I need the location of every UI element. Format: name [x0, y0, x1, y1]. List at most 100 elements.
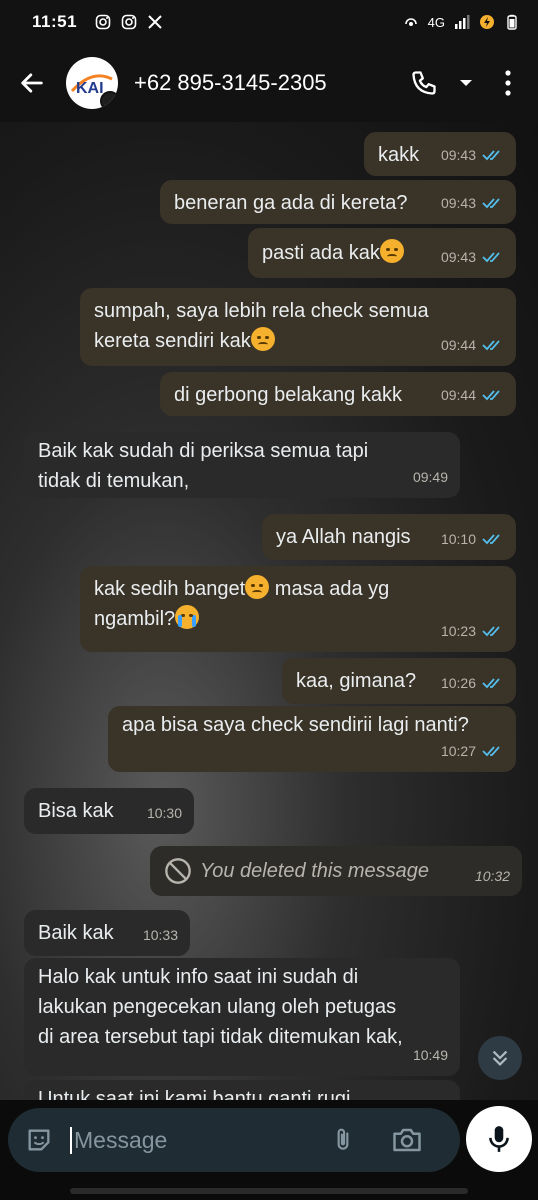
message-text: Baik kak sudah di periksa semua tapi [38, 440, 369, 462]
message-time: 09:43 [440, 147, 476, 163]
message-time: 10:33 [142, 927, 178, 943]
message-text: di area tersebut tapi tidak ditemukan ka… [38, 1026, 403, 1048]
incoming-message[interactable]: Baik kak 10:33 [24, 910, 190, 956]
message-text: Baik kak [38, 922, 114, 944]
message-text: Untuk saat ini kami bantu ganti rugi [38, 1088, 351, 1100]
disappointed-face-icon [250, 327, 275, 351]
outgoing-message[interactable]: beneran ga ada di kereta? 09:43 [160, 180, 516, 224]
message-time: 10:32 [474, 868, 510, 884]
read-ticks-icon [482, 252, 500, 263]
outgoing-message[interactable]: kak sedih banget masa ada yg ngambil? 10… [80, 566, 516, 652]
call-options-dropdown[interactable] [448, 63, 484, 103]
message-text: kaa, gimana? [296, 670, 417, 692]
message-meta: 10:26 [441, 668, 504, 698]
network-type: 4G [427, 14, 445, 30]
status-bar: 11:51 4G [0, 0, 538, 44]
message-text: sumpah, saya lebih rela check semua [94, 300, 429, 322]
incoming-message[interactable]: Bisa kak 10:30 [24, 788, 194, 834]
message-meta: 09:44 [441, 380, 504, 410]
caret-down-icon [460, 80, 472, 86]
message-meta: 10:27 [441, 736, 504, 766]
deleted-message[interactable]: You deleted this message 10:32 [150, 846, 522, 896]
read-ticks-icon [482, 390, 500, 401]
sticker-button[interactable] [24, 1125, 54, 1155]
svg-text:KAI: KAI [76, 80, 104, 97]
read-ticks-icon [482, 150, 500, 161]
contact-name[interactable]: +62 895-3145-2305 [134, 70, 327, 96]
instagram-icon [95, 14, 111, 30]
message-text: kak sedih banget [94, 578, 246, 600]
business-badge-icon [100, 91, 118, 109]
battery-icon [507, 14, 517, 30]
message-input[interactable] [70, 1126, 310, 1154]
voice-call-button[interactable] [406, 63, 442, 103]
header-actions [406, 63, 526, 103]
outgoing-message[interactable]: apa bisa saya check sendirii lagi nanti?… [108, 706, 516, 772]
home-indicator[interactable] [70, 1188, 468, 1194]
message-text: lakukan pengecekan ulang oleh petugas [38, 996, 397, 1018]
read-ticks-icon [482, 746, 500, 757]
crying-face-icon [175, 605, 200, 629]
system-indicators: 4G [403, 14, 520, 30]
message-text: ya Allah nangis [276, 526, 411, 548]
message-text: di gerbong belakang kakk [174, 384, 402, 406]
instagram-icon [121, 14, 137, 30]
chat-header: KAI +62 895-3145-2305 [0, 44, 538, 122]
more-options-button[interactable] [490, 63, 526, 103]
message-meta: 10:32 [475, 868, 510, 884]
outgoing-message[interactable]: ya Allah nangis 10:10 [262, 514, 516, 560]
notification-icons [95, 14, 163, 30]
outgoing-message[interactable]: pasti ada kak 09:43 [248, 228, 516, 278]
message-time: 09:49 [412, 469, 448, 485]
double-chevron-down-icon [492, 1050, 508, 1066]
read-ticks-icon [482, 198, 500, 209]
camera-button[interactable] [390, 1125, 424, 1155]
message-text: Halo kak untuk info saat ini sudah di [38, 966, 359, 988]
message-time: 10:10 [440, 531, 476, 547]
message-time: 10:30 [146, 805, 182, 821]
message-meta: 09:43 [441, 242, 504, 272]
message-text: pasti ada kak [262, 242, 380, 264]
back-button[interactable] [12, 63, 52, 103]
chat-area[interactable]: kakk 09:43 beneran ga ada di kereta? 09:… [0, 122, 538, 1100]
more-vertical-icon [505, 70, 511, 96]
incoming-message[interactable]: Baik kak sudah di periksa semua tapi tid… [24, 432, 460, 498]
phone-plus-icon [412, 71, 436, 95]
hotspot-icon [404, 18, 417, 26]
message-box [8, 1108, 460, 1172]
message-meta: 09:43 [441, 140, 504, 170]
incoming-message[interactable]: Untuk saat ini kami bantu ganti rugi [24, 1080, 460, 1100]
message-time: 10:49 [412, 1047, 448, 1063]
message-meta: 09:49 [413, 462, 448, 492]
incoming-message[interactable]: Halo kak untuk info saat ini sudah di la… [24, 958, 460, 1076]
outgoing-message[interactable]: kaa, gimana? 10:26 [282, 658, 516, 704]
message-meta: 09:44 [441, 330, 504, 360]
message-meta: 10:10 [441, 524, 504, 554]
avatar[interactable]: KAI [66, 57, 118, 109]
attach-button[interactable] [328, 1125, 358, 1155]
battery-saver-icon [480, 15, 494, 29]
message-meta: 10:23 [441, 616, 504, 646]
voice-message-button[interactable] [466, 1106, 532, 1172]
outgoing-message[interactable]: kakk 09:43 [364, 132, 516, 176]
microphone-icon [489, 1126, 509, 1152]
message-text: beneran ga ada di kereta? [174, 192, 408, 214]
scroll-to-bottom-button[interactable] [478, 1036, 522, 1080]
blocked-icon [165, 858, 191, 884]
message-text: kakk [378, 144, 420, 166]
message-time: 10:27 [440, 743, 476, 759]
outgoing-message[interactable]: sumpah, saya lebih rela check semua kere… [80, 288, 516, 366]
camera-icon [393, 1128, 421, 1152]
deleted-message-text: You deleted this message [200, 859, 430, 882]
paperclip-icon [337, 1128, 349, 1150]
outgoing-message[interactable]: di gerbong belakang kakk 09:44 [160, 372, 516, 416]
signal-icon [455, 15, 470, 29]
read-ticks-icon [482, 626, 500, 637]
read-ticks-icon [482, 340, 500, 351]
message-meta: 10:30 [147, 798, 182, 828]
message-text: tidak di temukan, [38, 470, 190, 492]
arrow-left-icon [21, 73, 43, 93]
x-icon [148, 15, 162, 29]
composer-bar [0, 1100, 538, 1200]
message-time: 09:44 [440, 337, 476, 353]
